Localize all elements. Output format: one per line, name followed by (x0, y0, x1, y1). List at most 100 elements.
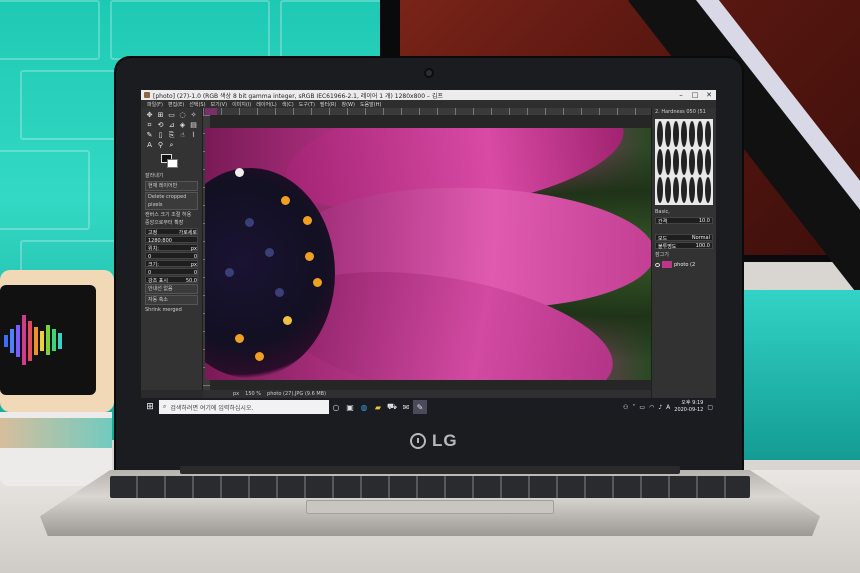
horizontal-ruler[interactable] (203, 108, 651, 115)
menu-file[interactable]: 파일(F) (147, 101, 163, 108)
clone-tool-icon[interactable]: ⎘ (167, 131, 176, 139)
fuzzy-select-icon[interactable]: ✧ (189, 111, 198, 119)
fg-bg-colors[interactable] (161, 154, 181, 170)
eraser-icon[interactable]: ▯ (156, 131, 165, 139)
menu-layer[interactable]: 레이어(L) (256, 101, 277, 108)
brush-swatch[interactable] (689, 177, 695, 203)
menu-tools[interactable]: 도구(T) (299, 101, 315, 108)
network-icon[interactable]: ◠ (649, 404, 654, 411)
brush-swatch[interactable] (705, 149, 711, 175)
close-icon[interactable]: ✕ (702, 91, 716, 99)
brush-swatch[interactable] (657, 177, 663, 203)
brush-swatch[interactable] (665, 149, 671, 175)
mode-select[interactable]: 모드 Normal (655, 234, 713, 242)
chevron-up-icon[interactable]: ˄ (632, 404, 635, 411)
brush-swatch[interactable] (681, 121, 687, 147)
gimp-taskbar-icon[interactable]: ✎ (413, 400, 427, 414)
highlight-opacity-field[interactable]: 강조 표시 50.0 (145, 276, 198, 284)
highlight-value: 50.0 (185, 278, 197, 284)
brush-swatch[interactable] (697, 177, 703, 203)
brush-swatch[interactable] (705, 177, 711, 203)
taskbar-clock[interactable]: 오후 9:19 2020-09-12 (674, 400, 703, 414)
color-picker-icon[interactable]: ⚲ (156, 141, 165, 149)
store-icon[interactable]: ⛟ (385, 400, 399, 414)
auto-shrink-button[interactable]: 자동 축소 (145, 295, 198, 305)
move-tool-icon[interactable]: ✥ (145, 111, 154, 119)
windows-start-icon[interactable]: ⊞ (141, 398, 159, 416)
people-icon[interactable]: ⚇ (623, 404, 628, 411)
brush-swatch[interactable] (657, 149, 663, 175)
brush-swatch[interactable] (705, 121, 711, 147)
menu-help[interactable]: 도움말(H) (360, 101, 381, 108)
background-color[interactable] (167, 159, 178, 168)
transform-tool-icon[interactable]: ⟲ (156, 121, 165, 129)
opacity-field[interactable]: 불투명도 100.0 (655, 242, 713, 250)
bucket-fill-icon[interactable]: ◈ (178, 121, 187, 129)
align-tool-icon[interactable]: ⊞ (156, 111, 165, 119)
brush-swatch[interactable] (697, 121, 703, 147)
volume-icon[interactable]: ♪ (658, 404, 662, 411)
menu-windows[interactable]: 창(W) (341, 101, 354, 108)
ratio-field[interactable]: 1280:800 (145, 236, 198, 244)
brush-swatch[interactable] (665, 121, 671, 147)
zoom-tool-icon[interactable]: ⌕ (167, 141, 176, 149)
menu-filters[interactable]: 필터(R) (320, 101, 337, 108)
cortana-icon[interactable]: ○ (329, 400, 343, 414)
notification-icon[interactable]: ▢ (707, 404, 713, 411)
crop-tool-icon[interactable]: ⌗ (145, 121, 154, 129)
brush-swatch[interactable] (689, 121, 695, 147)
edge-icon[interactable]: ◍ (357, 400, 371, 414)
menu-edit[interactable]: 편집(E) (168, 101, 184, 108)
mail-icon[interactable]: ✉ (399, 400, 413, 414)
position-field[interactable]: 0 0 (145, 252, 198, 260)
zoom-select[interactable]: 150 % (245, 391, 261, 397)
text-tool-icon[interactable]: A (145, 141, 154, 149)
brush-grid[interactable] (655, 119, 713, 205)
gradient-tool-icon[interactable]: ▤ (189, 121, 198, 129)
menu-colors[interactable]: 색(C) (282, 101, 294, 108)
option-expand-center[interactable]: 중앙으로부터 확장 (145, 219, 198, 227)
taskbar-search[interactable]: ⌕ 검색하려면 여기에 입력하십시오. (159, 400, 329, 414)
spacing-field[interactable]: 간격 10.0 (655, 217, 713, 225)
rect-select-icon[interactable]: ▭ (167, 111, 176, 119)
option-delete-cropped[interactable]: Delete cropped pixels (145, 192, 198, 210)
flower-photo[interactable] (205, 128, 651, 380)
brush-swatch[interactable] (665, 177, 671, 203)
image-canvas-area[interactable] (203, 108, 651, 390)
option-allow-growing[interactable]: 캔버스 크기 조절 허용 (145, 211, 198, 219)
paintbrush-icon[interactable]: ✎ (145, 131, 154, 139)
ime-indicator[interactable]: A (666, 404, 670, 411)
size-field[interactable]: 0 0 (145, 268, 198, 276)
brush-swatch[interactable] (681, 149, 687, 175)
canvas-status-bar: px 150 % photo (27).JPG (9.6 MB) (203, 390, 651, 398)
brush-swatch[interactable] (673, 177, 679, 203)
image-tab-thumbnail[interactable] (205, 108, 217, 115)
menu-image[interactable]: 이미지(I) (232, 101, 251, 108)
guides-select[interactable]: 안내선 없음 (145, 284, 198, 294)
fixed-aspect-field[interactable]: 고정 가로세로 (145, 228, 198, 236)
warp-tool-icon[interactable]: ⊿ (167, 121, 176, 129)
brush-swatch[interactable] (673, 121, 679, 147)
menu-select[interactable]: 선택(S) (189, 101, 205, 108)
minimize-icon[interactable]: – (674, 91, 688, 99)
battery-icon[interactable]: ▭ (639, 404, 645, 411)
eye-icon[interactable] (655, 262, 660, 267)
unit-select[interactable]: px (233, 391, 239, 397)
free-select-icon[interactable]: ◌ (178, 111, 187, 119)
paths-tool-icon[interactable]: ⌇ (189, 131, 198, 139)
window-title: [photo] (27)-1.0 (RGB 색상 8 bit gamma int… (153, 92, 443, 100)
brush-swatch[interactable] (697, 149, 703, 175)
smudge-tool-icon[interactable]: ☝ (178, 131, 187, 139)
brush-swatch[interactable] (689, 149, 695, 175)
shrink-merged-option[interactable]: Shrink merged (145, 306, 198, 314)
layer-row[interactable]: photo (2 (655, 260, 713, 269)
window-titlebar[interactable]: [photo] (27)-1.0 (RGB 색상 8 bit gamma int… (141, 90, 716, 100)
file-explorer-icon[interactable]: ▰ (371, 400, 385, 414)
option-current-layer[interactable]: 현재 레이어만 (145, 181, 198, 191)
menu-view[interactable]: 보기(V) (211, 101, 228, 108)
brush-swatch[interactable] (681, 177, 687, 203)
brush-swatch[interactable] (657, 121, 663, 147)
maximize-icon[interactable]: □ (688, 91, 702, 99)
brush-swatch[interactable] (673, 149, 679, 175)
task-view-icon[interactable]: ▣ (343, 400, 357, 414)
